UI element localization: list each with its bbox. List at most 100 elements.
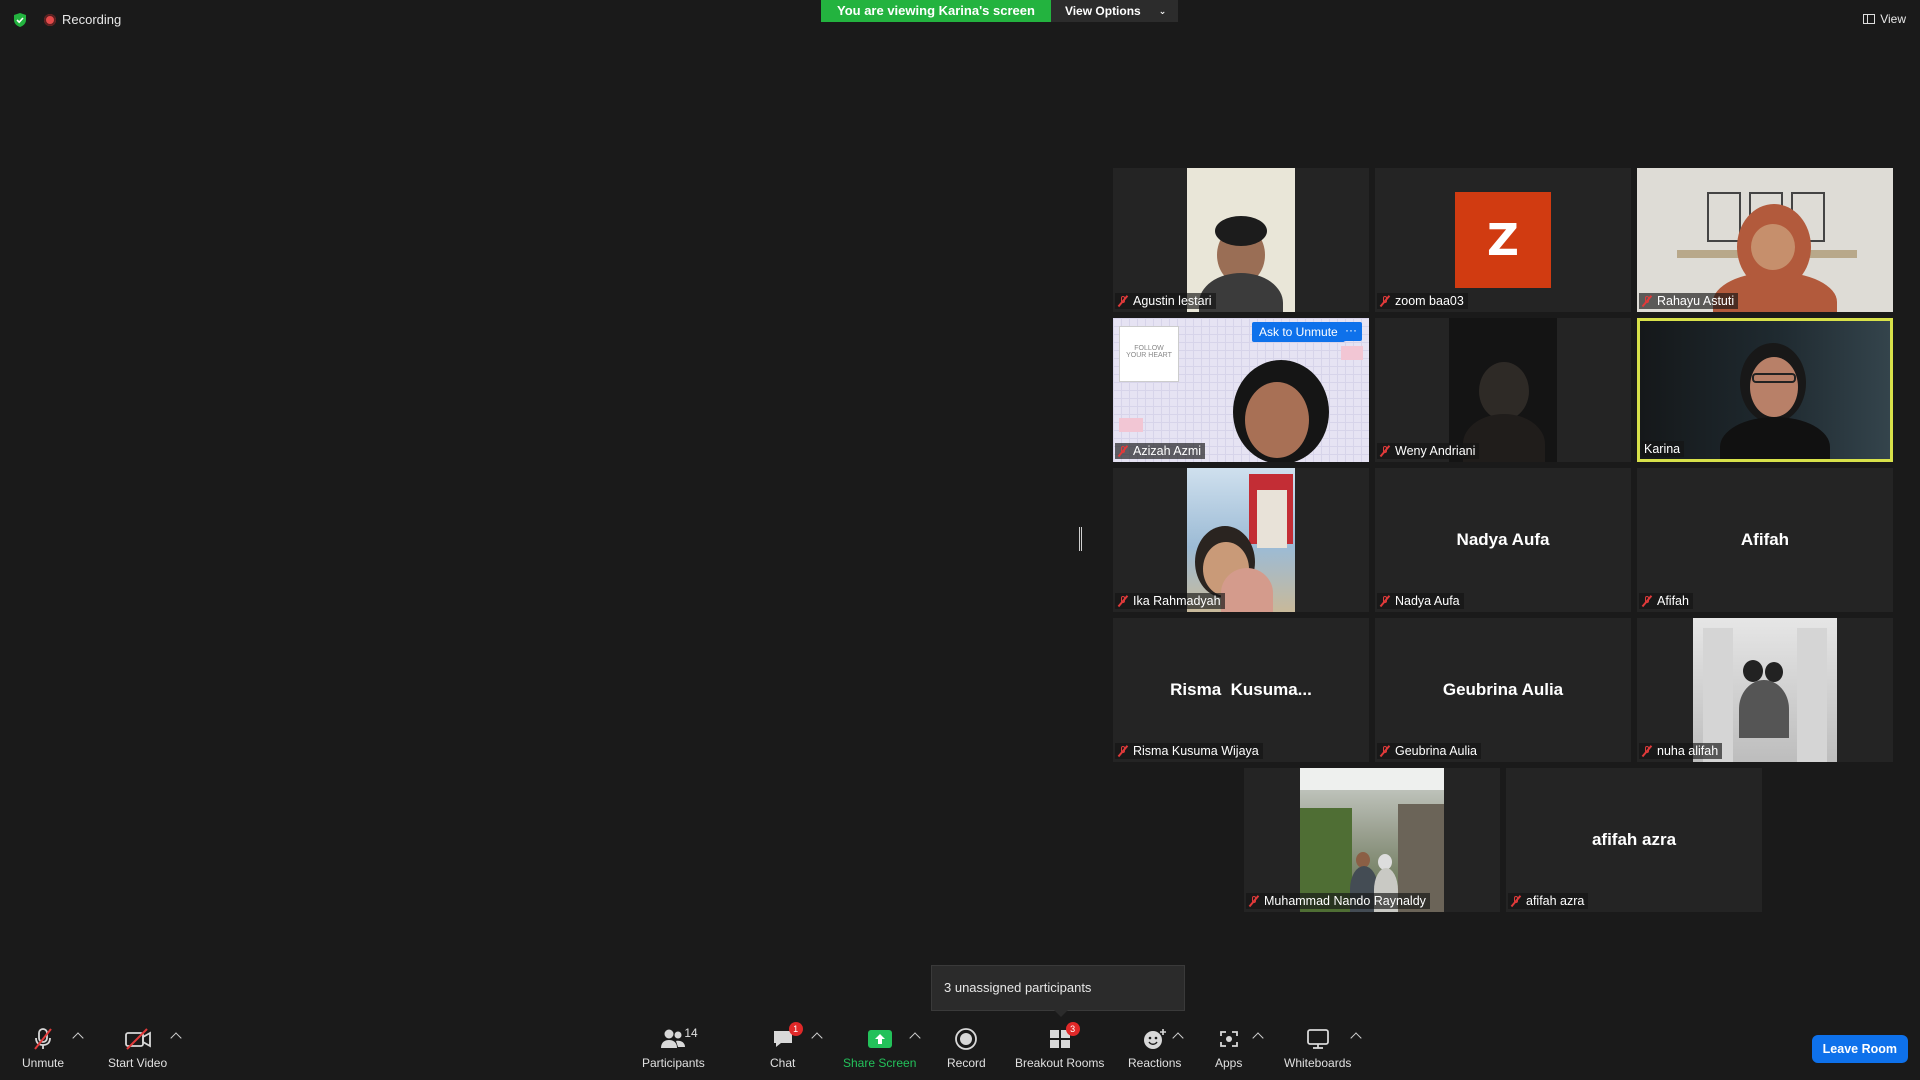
video-tile-rahayu[interactable]: Rahayu Astuti <box>1637 168 1893 312</box>
mic-muted-icon <box>1117 745 1129 757</box>
participant-display-name: Afifah <box>1740 530 1790 549</box>
more-options-button[interactable]: ··· <box>1340 322 1362 341</box>
mic-muted-icon <box>1117 595 1129 607</box>
participant-name: afifah azra <box>1526 894 1585 908</box>
mic-muted-icon <box>1641 595 1653 607</box>
participant-name-tag: Agustin lestari <box>1115 293 1216 309</box>
video-tile-afifah-azra[interactable]: afifah azra afifah azra <box>1506 768 1762 912</box>
participants-icon <box>661 1029 686 1048</box>
participant-name: Muhammad Nando Raynaldy <box>1264 894 1426 908</box>
video-tile-agustin[interactable]: Agustin lestari <box>1113 168 1369 312</box>
leave-room-button[interactable]: Leave Room <box>1811 1035 1908 1063</box>
participant-video <box>1449 318 1557 462</box>
share-screen-button[interactable]: Share Screen <box>843 1026 916 1070</box>
video-tile-nuha[interactable]: nuha alifah <box>1637 618 1893 762</box>
participant-name: zoom baa03 <box>1395 294 1464 308</box>
video-tile-risma[interactable]: Risma Kusuma... Risma Kusuma Wijaya <box>1113 618 1369 762</box>
recording-label: Recording <box>62 12 122 27</box>
panel-splitter-handle[interactable] <box>1079 527 1082 551</box>
breakout-rooms-label: Breakout Rooms <box>1015 1056 1105 1070</box>
participant-name: Karina <box>1644 442 1681 456</box>
viewing-banner: You are viewing Karina's screen View Opt… <box>821 0 1179 22</box>
participant-name: Weny Andriani <box>1395 444 1476 458</box>
participant-video <box>1187 168 1295 312</box>
participant-display-name: afifah azra <box>1591 830 1677 849</box>
participant-name-tag: zoom baa03 <box>1377 293 1468 309</box>
apps-label: Apps <box>1215 1056 1243 1070</box>
mic-muted-icon <box>1379 745 1391 757</box>
breakout-rooms-badge: 3 <box>1065 1022 1080 1036</box>
reactions-label: Reactions <box>1128 1056 1182 1070</box>
view-options-label: View Options <box>1064 4 1141 18</box>
unmute-button[interactable]: Unmute <box>22 1026 64 1070</box>
video-off-icon <box>124 1028 151 1050</box>
video-tile-azizah[interactable]: FOLLOW YOUR HEART Ask to Unmute ··· Aziza… <box>1113 318 1369 462</box>
video-tile-nadya[interactable]: Nadya Aufa Nadya Aufa <box>1375 468 1631 612</box>
view-layout-button[interactable]: View <box>1863 12 1906 26</box>
start-video-label: Start Video <box>108 1056 168 1070</box>
participant-name-tag: Karina <box>1642 441 1685 457</box>
video-options-caret[interactable] <box>170 1032 182 1044</box>
participant-name-tag: Rahayu Astuti <box>1639 293 1739 309</box>
video-tile-muhammad[interactable]: Muhammad Nando Raynaldy <box>1244 768 1500 912</box>
participant-name-tag: Geubrina Aulia <box>1377 743 1482 759</box>
unmute-label: Unmute <box>22 1056 65 1070</box>
participant-video <box>1637 168 1893 312</box>
participant-name-tag: nuha alifah <box>1639 743 1723 759</box>
record-button[interactable]: Record <box>947 1026 986 1070</box>
record-icon <box>955 1028 978 1050</box>
share-screen-label: Share Screen <box>843 1056 917 1070</box>
participants-count: 14 <box>684 1026 698 1040</box>
start-video-button[interactable]: Start Video <box>108 1026 167 1070</box>
participant-name: Ika Rahmadyah <box>1133 594 1221 608</box>
layout-icon <box>1863 14 1876 24</box>
participant-name-tag: Weny Andriani <box>1377 443 1480 459</box>
mic-muted-icon <box>1641 745 1653 757</box>
participant-video <box>1300 768 1444 912</box>
whiteboards-options-caret[interactable] <box>1350 1032 1362 1044</box>
reactions-button[interactable]: Reactions <box>1128 1026 1181 1070</box>
mic-muted-icon <box>1117 445 1129 457</box>
participant-name: Nadya Aufa <box>1395 594 1460 608</box>
chat-options-caret[interactable] <box>811 1032 823 1044</box>
participants-label: Participants <box>642 1056 705 1070</box>
mic-muted-icon <box>1379 595 1391 607</box>
participant-display-name: Geubrina Aulia <box>1442 680 1564 699</box>
participant-name-tag: Ika Rahmadyah <box>1115 593 1225 609</box>
breakout-rooms-button[interactable]: 3 Breakout Rooms <box>1015 1022 1105 1070</box>
meeting-toolbar: Unmute Start Video 14 Participants 1 Cha… <box>0 1020 1920 1080</box>
video-tile-weny[interactable]: Weny Andriani <box>1375 318 1631 462</box>
whiteboards-label: Whiteboards <box>1284 1056 1352 1070</box>
ask-to-unmute-button[interactable]: Ask to Unmute <box>1252 322 1345 342</box>
participant-name-tag: Muhammad Nando Raynaldy <box>1246 893 1430 909</box>
view-options-button[interactable]: View Options ⌄ <box>1050 0 1179 22</box>
participant-name: Afifah <box>1657 594 1689 608</box>
audio-options-caret[interactable] <box>72 1032 84 1044</box>
whiteboards-button[interactable]: Whiteboards <box>1284 1026 1351 1070</box>
participant-name: nuha alifah <box>1657 744 1719 758</box>
apps-options-caret[interactable] <box>1252 1032 1264 1044</box>
video-tile-afifah[interactable]: Afifah Afifah <box>1637 468 1893 612</box>
apps-button[interactable]: Apps <box>1215 1026 1242 1070</box>
participant-video <box>1187 468 1295 612</box>
mic-muted-icon <box>1117 295 1129 307</box>
view-label: View <box>1880 12 1906 26</box>
share-screen-icon <box>867 1030 892 1048</box>
recording-dot-icon <box>44 13 56 26</box>
participant-video <box>1693 618 1837 762</box>
video-tile-karina-active-speaker[interactable]: Karina <box>1637 318 1893 462</box>
video-tile-zoom-baa03[interactable]: Z zoom baa03 <box>1375 168 1631 312</box>
security-shield-icon[interactable] <box>12 12 28 28</box>
participant-name-tag: Afifah <box>1639 593 1693 609</box>
participants-button[interactable]: 14 Participants <box>642 1026 705 1070</box>
video-tile-ika[interactable]: Ika Rahmadyah <box>1113 468 1369 612</box>
chat-badge: 1 <box>788 1022 803 1036</box>
chat-button[interactable]: 1 Chat <box>770 1022 803 1070</box>
mic-muted-icon <box>1510 895 1522 907</box>
participant-name: Geubrina Aulia <box>1395 744 1478 758</box>
video-tile-geubrina[interactable]: Geubrina Aulia Geubrina Aulia <box>1375 618 1631 762</box>
participant-display-name: Risma Kusuma... <box>1170 680 1312 699</box>
recording-indicator[interactable]: Recording <box>44 12 121 27</box>
mic-muted-icon <box>1248 895 1260 907</box>
record-label: Record <box>947 1056 986 1070</box>
